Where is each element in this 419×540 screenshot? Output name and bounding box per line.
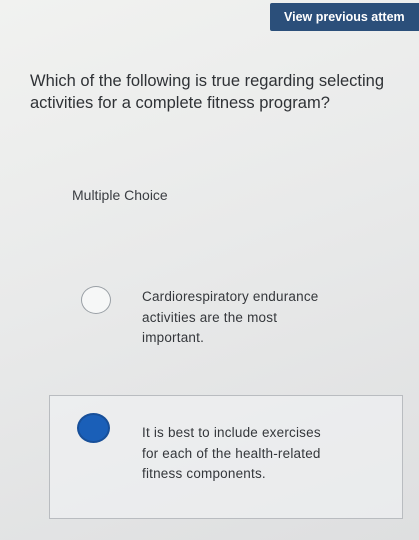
answer-option-1-text: Cardiorespiratory endurance activities a… xyxy=(142,289,319,345)
view-previous-attempt-button[interactable]: View previous attem xyxy=(270,3,419,31)
question-text: Which of the following is true regarding… xyxy=(30,72,385,112)
question-type-label: Multiple Choice xyxy=(72,187,168,203)
answer-option-2-text: It is best to include exercises for each… xyxy=(142,425,321,481)
answer-option-2[interactable]: It is best to include exercises for each… xyxy=(49,395,403,519)
answer-option-1[interactable]: Cardiorespiratory endurance activities a… xyxy=(50,270,410,380)
top-bar: View previous attem xyxy=(0,0,419,40)
radio-unselected-icon[interactable] xyxy=(81,286,111,314)
radio-selected-icon[interactable] xyxy=(77,413,110,443)
